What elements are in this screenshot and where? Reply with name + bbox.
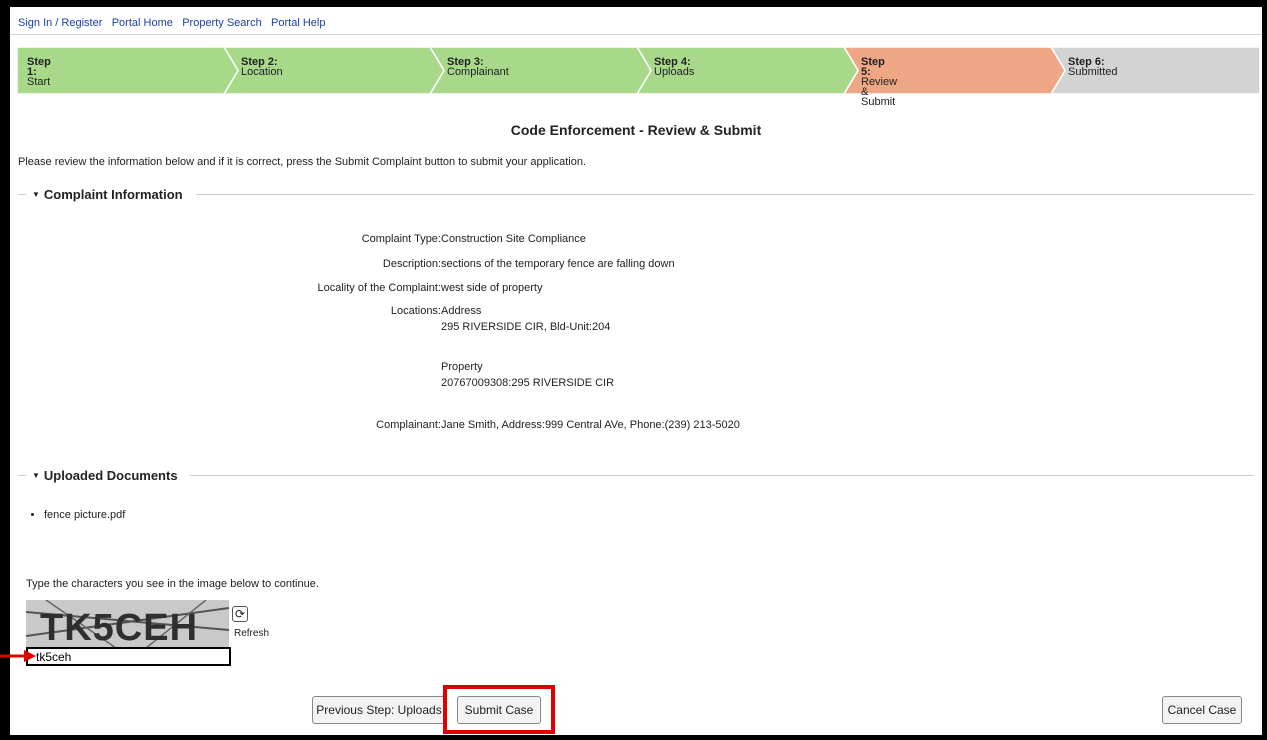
step-5-label: Review & Submit [861, 76, 898, 108]
step-1-number: Step 1: [27, 56, 51, 78]
property-value: 20767009308:295 RIVERSIDE CIR [441, 377, 615, 389]
documents-section-header[interactable]: ▼ Uploaded Documents [18, 468, 1254, 483]
cancel-case-button[interactable]: Cancel Case [1162, 696, 1242, 724]
portal-page: Sign In / Register Portal Home Property … [10, 7, 1262, 735]
complaint-section-title: Complaint Information [43, 187, 183, 202]
address-heading: Address [441, 305, 482, 317]
nav-link-sign-in[interactable]: Sign In / Register [18, 17, 102, 29]
step-6-label: Submitted [1068, 66, 1118, 78]
document-list: fence picture.pdf [32, 509, 125, 521]
submit-case-button[interactable]: Submit Case [457, 696, 541, 724]
captcha-image: TK5CEH [26, 600, 229, 648]
step-2-label: Location [241, 66, 283, 78]
address-value: 295 RIVERSIDE CIR, Bld-Unit:204 [441, 321, 611, 333]
nav-link-property-search[interactable]: Property Search [182, 17, 261, 29]
locations-label: Locations: [390, 305, 441, 317]
captcha-prompt: Type the characters you see in the image… [26, 578, 319, 590]
step-5-number: Step 5: [861, 56, 885, 78]
description-label: Description: [382, 258, 441, 270]
complainant-label: Complainant: [376, 419, 441, 431]
locality-value: west side of property [441, 282, 543, 294]
captcha-characters: TK5CEH [40, 607, 198, 648]
description-value: sections of the temporary fence are fall… [441, 258, 675, 270]
collapse-triangle-icon[interactable]: ▼ [32, 471, 40, 480]
property-heading: Property [441, 361, 483, 373]
nav-link-portal-home[interactable]: Portal Home [112, 17, 173, 29]
captcha-input[interactable] [26, 647, 231, 666]
document-item: fence picture.pdf [44, 509, 125, 521]
refresh-icon[interactable]: ⟳ [232, 606, 248, 622]
nav-link-portal-help[interactable]: Portal Help [271, 17, 325, 29]
previous-step-button[interactable]: Previous Step: Uploads [312, 696, 446, 724]
complaint-section-header[interactable]: ▼ Complaint Information [18, 187, 1254, 202]
locality-label: Locality of the Complaint: [317, 282, 441, 294]
page-title: Code Enforcement - Review & Submit [510, 122, 762, 138]
documents-section-title: Uploaded Documents [43, 468, 178, 483]
intro-text: Please review the information below and … [18, 156, 586, 168]
step-3-label: Complainant [447, 66, 509, 78]
complaint-type-label: Complaint Type: [361, 233, 441, 245]
collapse-triangle-icon[interactable]: ▼ [32, 190, 40, 199]
refresh-label[interactable]: Refresh [234, 628, 269, 639]
red-arrow-icon [0, 650, 36, 662]
step-4-label: Uploads [654, 66, 695, 78]
step-progress-bar: Step 1: Start Step 2: Location Step 3: Comp… [16, 46, 1261, 108]
complaint-type-value: Construction Site Compliance [441, 233, 586, 245]
step-1-label: Start [27, 76, 51, 88]
complainant-value: Jane Smith, Address:999 Central AVe, Pho… [441, 419, 740, 431]
top-nav: Sign In / Register Portal Home Property … [10, 7, 1262, 35]
